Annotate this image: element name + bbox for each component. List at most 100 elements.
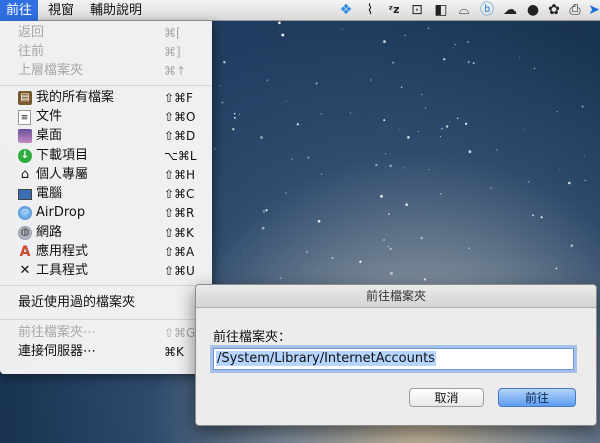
menu-item-label: 往前 xyxy=(18,44,45,59)
shortcut-label: ⇧⌘U xyxy=(164,264,195,278)
star xyxy=(389,247,392,250)
folder-field-label: 前往檔案夾： xyxy=(213,330,292,345)
menu-item-computer[interactable]: 電腦 ⇧⌘C xyxy=(0,184,212,204)
menu-item-connect-to-server[interactable]: 連接伺服器⋯ ⌘K xyxy=(0,342,212,362)
computer-icon xyxy=(18,189,32,200)
go-menu: 返回 ⌘[ 往前 ⌘] 上層檔案夾 ⌘↑ ▤ 我的所有檔案 ⇧⌘F ≡ 文件 ⇧… xyxy=(0,21,212,374)
shortcut-label: ⇧⌘H xyxy=(164,168,196,182)
menu-bar: 前往 視窗 輔助說明 ❖ ⌇ ᶻz ⊡ ◧ ⌓ ⓑ ☁ ● ✿ ⎙ ➤ xyxy=(0,0,600,21)
all-files-icon: ▤ xyxy=(18,91,32,105)
menu-item-label: 我的所有檔案 xyxy=(36,90,115,105)
star xyxy=(428,168,430,171)
star xyxy=(449,121,451,123)
zz-icon[interactable]: ᶻz xyxy=(386,2,402,18)
star xyxy=(570,244,574,247)
star xyxy=(219,85,221,87)
star xyxy=(556,110,558,113)
star xyxy=(286,100,288,102)
star xyxy=(404,34,406,37)
star xyxy=(400,86,403,89)
star xyxy=(265,209,268,212)
go-button[interactable]: 前往 xyxy=(498,388,576,407)
printer-icon[interactable]: ⎙ xyxy=(567,2,583,18)
star xyxy=(581,105,584,108)
star xyxy=(279,277,282,280)
cancel-button[interactable]: 取消 xyxy=(409,388,484,407)
menu-item-label: 網路 xyxy=(36,225,63,240)
menu-separator xyxy=(0,285,212,286)
menu-separator xyxy=(0,85,212,86)
star xyxy=(278,21,281,25)
menu-item-recent-folders[interactable]: 最近使用過的檔案夾 xyxy=(0,293,212,313)
menu-item-utilities[interactable]: ✕ 工具程式 ⇧⌘U xyxy=(0,261,212,281)
airplay-box-icon[interactable]: ⊡ xyxy=(409,2,425,18)
star xyxy=(291,158,293,160)
star xyxy=(260,136,263,139)
star xyxy=(472,62,475,65)
star xyxy=(385,153,387,155)
star xyxy=(490,187,492,189)
star xyxy=(389,164,392,168)
b-app-icon[interactable]: ⓑ xyxy=(479,2,495,18)
star xyxy=(527,180,530,183)
menu-help[interactable]: 輔助說明 xyxy=(84,0,148,21)
menu-go[interactable]: 前往 xyxy=(0,0,39,21)
menu-item-desktop[interactable]: 桌面 ⇧⌘D xyxy=(0,126,212,146)
shortcut-label: ⇧⌘A xyxy=(164,245,195,259)
menu-item-documents[interactable]: ≡ 文件 ⇧⌘O xyxy=(0,107,212,127)
star xyxy=(279,31,281,33)
star xyxy=(390,272,393,275)
star xyxy=(387,245,390,248)
star xyxy=(232,128,235,131)
drop-icon[interactable]: ● xyxy=(525,2,541,18)
menu-item-enclosing-folder[interactable]: 上層檔案夾 ⌘↑ xyxy=(0,61,212,81)
star xyxy=(420,236,424,240)
menu-window[interactable]: 視窗 xyxy=(42,0,80,21)
shortcut-label: ⌘] xyxy=(164,45,181,59)
menu-item-home[interactable]: ⌂ 個人專屬 ⇧⌘H xyxy=(0,165,212,185)
menu-item-applications[interactable]: A 應用程式 ⇧⌘A xyxy=(0,242,212,262)
star xyxy=(392,61,395,64)
menu-item-label: 桌面 xyxy=(36,128,63,143)
shortcut-label: ⇧⌘F xyxy=(164,91,193,105)
menu-item-network[interactable]: ◍ 網路 ⇧⌘K xyxy=(0,223,212,243)
star xyxy=(244,250,246,252)
folder-path-input[interactable]: /System/Library/InternetAccounts xyxy=(213,348,574,370)
cursor-icon[interactable]: ➤ xyxy=(586,2,600,18)
menu-item-all-my-files[interactable]: ▤ 我的所有檔案 ⇧⌘F xyxy=(0,88,212,108)
pawprint-icon[interactable]: ✿ xyxy=(546,2,562,18)
star xyxy=(349,112,351,114)
menu-item-label: 前往檔案夾⋯ xyxy=(18,325,97,340)
star xyxy=(398,129,400,131)
utilities-icon: ✕ xyxy=(19,263,31,278)
menu-item-downloads[interactable]: ↓ 下載項目 ⌥⌘L xyxy=(0,146,212,166)
shortcut-label: ⌥⌘L xyxy=(164,149,197,163)
star xyxy=(403,167,405,169)
cloud-icon[interactable]: ☁ xyxy=(502,2,518,18)
star xyxy=(533,67,536,70)
star xyxy=(341,28,343,30)
home-icon: ⌂ xyxy=(20,167,30,182)
menu-item-label: 上層檔案夾 xyxy=(18,63,84,78)
star xyxy=(468,150,472,154)
paperclip-icon[interactable]: ⌇ xyxy=(362,2,378,18)
star xyxy=(262,210,266,213)
menu-item-label: 電腦 xyxy=(36,186,63,201)
app-icon[interactable]: ◧ xyxy=(433,2,449,18)
menu-item-back[interactable]: 返回 ⌘[ xyxy=(0,23,212,43)
dropbox-icon[interactable]: ❖ xyxy=(338,2,354,18)
menu-item-go-to-folder[interactable]: 前往檔案夾⋯ ⇧⌘G xyxy=(0,323,212,343)
star xyxy=(359,260,362,264)
menu-item-forward[interactable]: 往前 ⌘] xyxy=(0,42,212,62)
menu-item-label: 返回 xyxy=(18,25,45,40)
shortcut-label: ⇧⌘O xyxy=(164,110,196,124)
star xyxy=(285,192,287,194)
hat-icon[interactable]: ⌓ xyxy=(456,2,472,18)
star xyxy=(296,123,299,126)
star xyxy=(239,113,241,116)
star xyxy=(320,173,322,175)
star xyxy=(383,119,386,122)
star xyxy=(405,203,408,206)
star xyxy=(468,247,470,249)
menu-item-airdrop[interactable]: ◠ AirDrop ⇧⌘R xyxy=(0,203,212,223)
